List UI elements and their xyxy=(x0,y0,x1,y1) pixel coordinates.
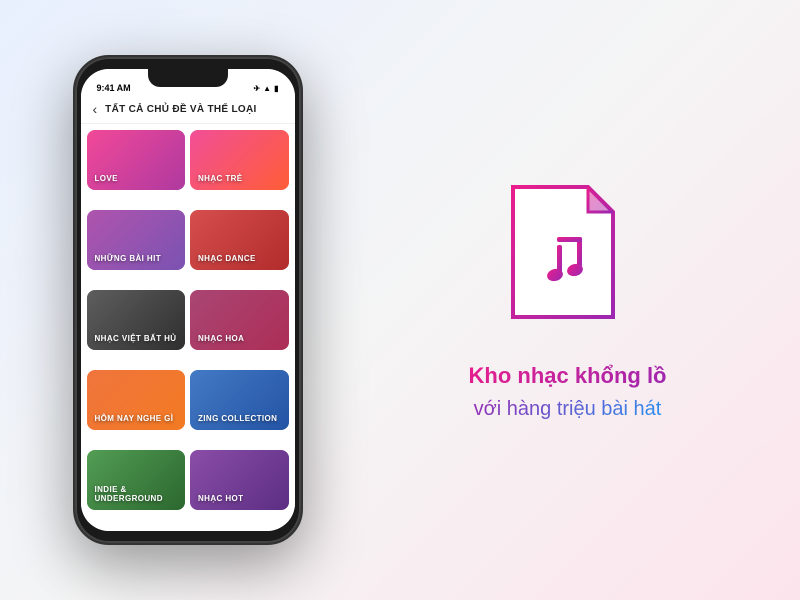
grid-item-nhac-hot[interactable]: NHẠC HOT xyxy=(190,450,289,510)
grid-label-nhung-bai-hit: NHỮNG BÀI HIT xyxy=(95,254,162,264)
tagline: Kho nhạc khổng lồ với hàng triệu bài hát xyxy=(469,361,667,424)
right-panel: Kho nhạc khổng lồ với hàng triệu bài hát xyxy=(408,177,728,424)
grid-label-zing: ZING COLLECTION xyxy=(198,414,277,424)
page-title: TẤT CẢ CHỦ ĐỀ VÀ THỂ LOẠI xyxy=(105,104,256,115)
grid-label-hom-nay: HÔM NAY NGHE GÌ xyxy=(95,414,174,424)
battery-icon: ▮ xyxy=(274,84,278,93)
grid-label-nhac-hoa: NHẠC HOA xyxy=(198,334,244,344)
grid-label-nhac-tre: NHẠC TRẺ xyxy=(198,174,243,184)
grid-item-hom-nay[interactable]: HÔM NAY NGHE GÌ xyxy=(87,370,186,430)
grid-item-nhac-tre[interactable]: NHẠC TRẺ xyxy=(190,130,289,190)
app-header: ‹ TẤT CẢ CHỦ ĐỀ VÀ THỂ LOẠI xyxy=(81,95,295,124)
phone-screen: 9:41 AM ✈ ▲ ▮ ‹ TẤT CẢ CHỦ ĐỀ VÀ THỂ LOẠ… xyxy=(81,69,295,531)
grid-item-indie[interactable]: INDIE & UNDERGROUND xyxy=(87,450,186,510)
grid-item-nhac-dance[interactable]: NHẠC DANCE xyxy=(190,210,289,270)
grid-label-indie: INDIE & UNDERGROUND xyxy=(95,485,178,504)
scene: 9:41 AM ✈ ▲ ▮ ‹ TẤT CẢ CHỦ ĐỀ VÀ THỂ LOẠ… xyxy=(0,0,800,600)
airplane-icon: ✈ xyxy=(253,84,260,93)
music-document-icon xyxy=(498,177,638,337)
genre-grid: LOVE NHẠC TRẺ NHỮNG BÀI HIT xyxy=(81,124,295,531)
status-time: 9:41 AM xyxy=(97,83,131,93)
tagline-line1: Kho nhạc khổng lồ xyxy=(469,361,667,392)
grid-label-nhac-viet: NHẠC VIỆT BẤT HỦ xyxy=(95,334,177,344)
grid-label-nhac-hot: NHẠC HOT xyxy=(198,494,243,504)
tagline-line2: với hàng triệu bài hát xyxy=(469,395,667,423)
grid-item-zing[interactable]: ZING COLLECTION xyxy=(190,370,289,430)
grid-label-love: LOVE xyxy=(95,174,118,184)
status-icons: ✈ ▲ ▮ xyxy=(253,84,278,93)
phone-frame: 9:41 AM ✈ ▲ ▮ ‹ TẤT CẢ CHỦ ĐỀ VÀ THỂ LOẠ… xyxy=(73,55,303,545)
phone-notch xyxy=(148,67,228,87)
grid-item-nhung-bai-hit[interactable]: NHỮNG BÀI HIT xyxy=(87,210,186,270)
grid-label-nhac-dance: NHẠC DANCE xyxy=(198,254,256,264)
grid-item-nhac-hoa[interactable]: NHẠC HOA xyxy=(190,290,289,350)
wifi-icon: ▲ xyxy=(263,84,271,93)
back-button[interactable]: ‹ xyxy=(93,101,98,117)
grid-item-nhac-viet[interactable]: NHẠC VIỆT BẤT HỦ xyxy=(87,290,186,350)
grid-item-love[interactable]: LOVE xyxy=(87,130,186,190)
phone-mockup: 9:41 AM ✈ ▲ ▮ ‹ TẤT CẢ CHỦ ĐỀ VÀ THỂ LOẠ… xyxy=(73,55,303,545)
